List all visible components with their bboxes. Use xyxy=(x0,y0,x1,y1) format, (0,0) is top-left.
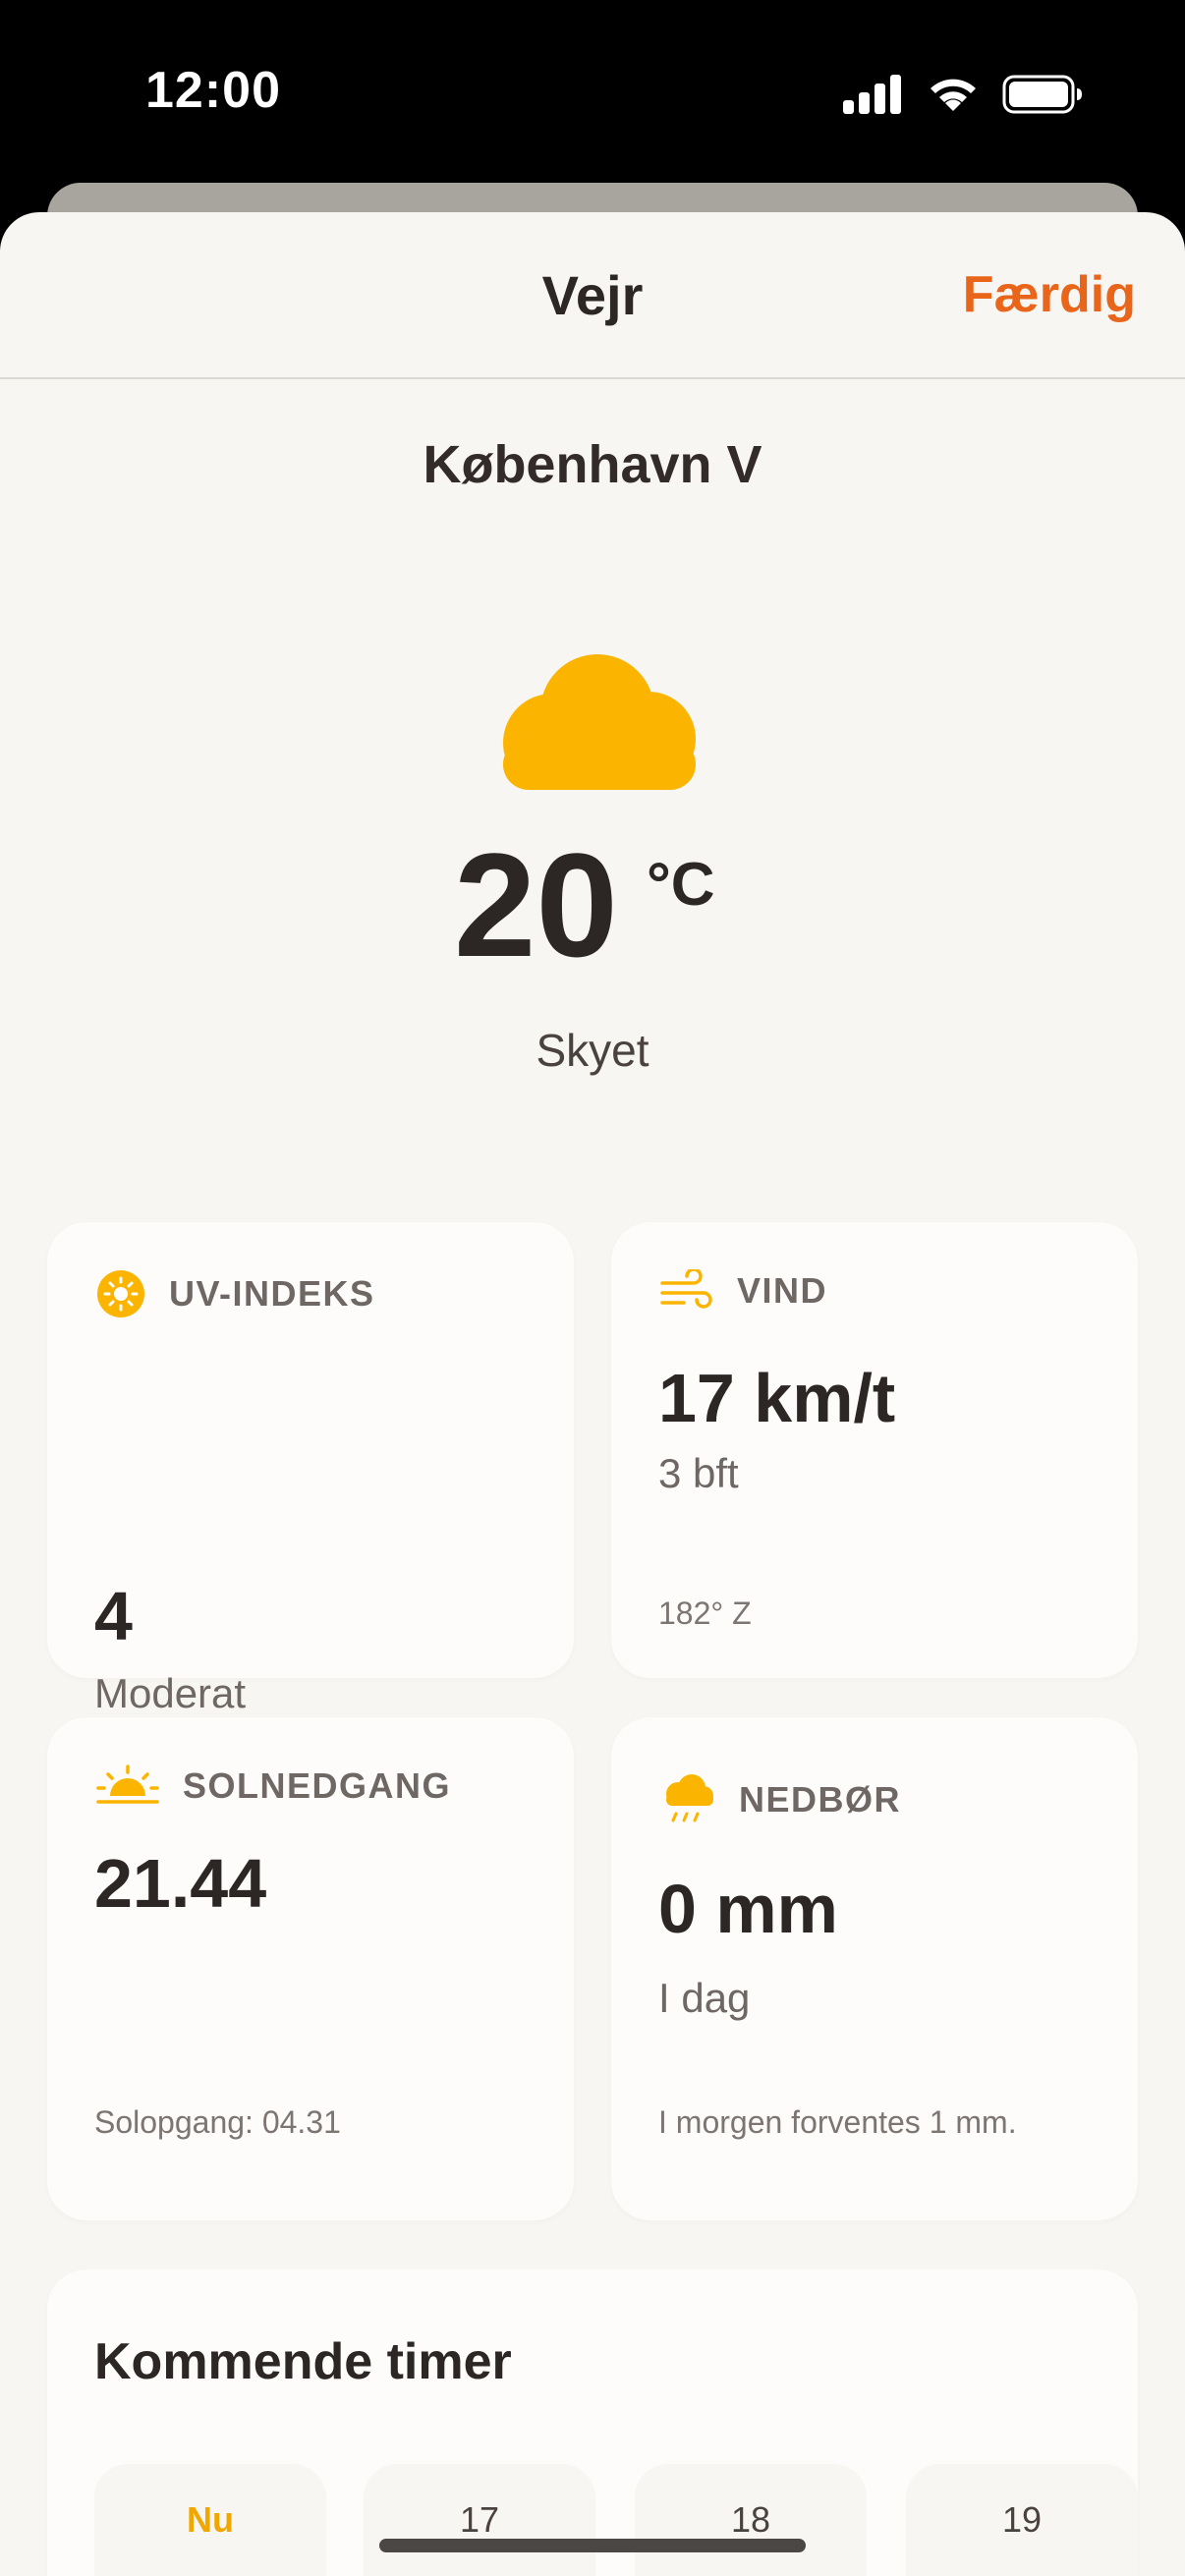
sun-icon xyxy=(97,1270,144,1317)
uv-index-card[interactable]: UV-INDEKS 4 Moderat xyxy=(47,1222,574,1716)
navigation-bar: Vejr Færdig xyxy=(0,212,1185,379)
sunset-card-label: SOLNEDGANG xyxy=(183,1765,452,1806)
weather-condition: Skyet xyxy=(536,1025,649,1076)
temperature-value: 20 xyxy=(454,822,618,987)
hourly-forecast-title: Kommende timer xyxy=(94,2333,512,2390)
sunset-icon xyxy=(96,1764,159,1804)
hour-label: 19 xyxy=(1001,2499,1043,2540)
done-button[interactable]: Færdig xyxy=(963,265,1136,324)
wind-beaufort: 3 bft xyxy=(658,1450,739,1496)
temperature-unit: °C xyxy=(647,851,715,919)
hour-label: 18 xyxy=(730,2499,771,2540)
rain-cloud-icon xyxy=(666,1774,713,1822)
status-bar: 12:00 xyxy=(0,0,1185,187)
wind-icon xyxy=(660,1269,712,1309)
uv-description: Moderat xyxy=(94,1670,247,1716)
precipitation-card-label: NEDBØR xyxy=(739,1779,902,1820)
hour-label: Nu xyxy=(187,2499,234,2540)
hour-item[interactable]: 19 xyxy=(906,2464,1138,2576)
hour-item[interactable]: 18 xyxy=(635,2464,867,2576)
uv-card-label: UV-INDEKS xyxy=(169,1273,375,1314)
hour-item[interactable]: 17 xyxy=(364,2464,595,2576)
precipitation-card-header: NEDBØR xyxy=(660,1772,901,1827)
precipitation-period: I dag xyxy=(658,1975,751,2021)
status-icons xyxy=(843,69,1083,120)
cellular-signal-icon xyxy=(843,75,901,114)
location-name: København V xyxy=(423,435,762,494)
hour-label: 17 xyxy=(459,2499,500,2540)
sunset-time: 21.44 xyxy=(94,1845,267,1922)
home-indicator[interactable] xyxy=(379,2539,806,2552)
sunset-card-header: SOLNEDGANG xyxy=(96,1764,451,1808)
wifi-icon xyxy=(931,79,976,111)
precipitation-forecast: I morgen forventes 1 mm. xyxy=(658,2104,1017,2140)
status-time: 12:00 xyxy=(145,62,281,119)
wind-speed: 17 km/t xyxy=(658,1360,896,1436)
hourly-forecast-card: Kommende timer Nu 17 18 19 xyxy=(47,2269,1138,2576)
weather-sheet: Vejr Færdig København V 20 °C Skyet UV-I… xyxy=(0,212,1185,2576)
wind-direction: 182° Z xyxy=(658,1596,752,1631)
precipitation-amount: 0 mm xyxy=(658,1871,838,1947)
wind-card-header: VIND xyxy=(660,1269,827,1313)
cloud-icon xyxy=(503,654,696,790)
sunrise-time: Solopgang: 04.31 xyxy=(94,2104,341,2140)
hour-item-now[interactable]: Nu xyxy=(94,2464,326,2576)
precipitation-card[interactable]: NEDBØR 0 mm I dag I morgen forventes 1 m… xyxy=(611,1717,1138,2220)
sunset-card[interactable]: SOLNEDGANG 21.44 Solopgang: 04.31 xyxy=(47,1717,574,2220)
wind-card-label: VIND xyxy=(737,1270,828,1311)
uv-card-header: UV-INDEKS xyxy=(96,1269,375,1318)
uv-value: 4 xyxy=(94,1578,133,1654)
battery-icon xyxy=(1002,75,1082,114)
